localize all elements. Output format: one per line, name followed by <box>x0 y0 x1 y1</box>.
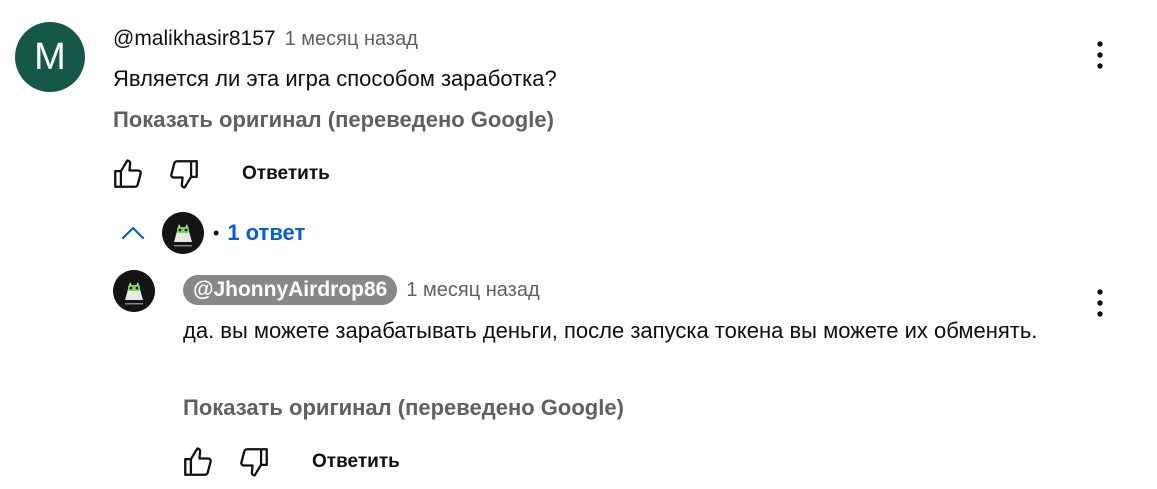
thumb-down-icon <box>167 157 201 191</box>
comment-menu-button[interactable] <box>1088 37 1112 77</box>
comment-header: @malikhasir8157 1 месяц назад <box>113 24 418 54</box>
reply-author-mini-avatar <box>162 212 204 254</box>
reply-dislike-button[interactable] <box>234 442 274 482</box>
thumb-down-icon <box>237 445 271 479</box>
thumb-up-icon <box>111 157 145 191</box>
comment-author-avatar[interactable]: M <box>15 22 85 92</box>
replies-toggle[interactable]: • 1 ответ <box>115 210 305 256</box>
reply-button[interactable]: Ответить <box>242 163 330 185</box>
comment-text: Является ли эта игра способом заработка? <box>113 66 557 91</box>
reply-author-chip[interactable]: @JhonnyAirdrop86 <box>183 275 398 305</box>
separator-dot: • <box>213 222 220 243</box>
reply-text: да. вы можете зарабатывать деньги, после… <box>183 318 1038 343</box>
more-vert-icon <box>1096 39 1104 76</box>
thumb-up-icon <box>181 445 215 479</box>
reply-action-bar: Ответить <box>178 442 400 482</box>
replies-count-label[interactable]: 1 ответ <box>227 220 305 246</box>
show-original-link[interactable]: Показать оригинал (переведено Google) <box>113 107 554 133</box>
chevron-up-icon <box>115 215 151 251</box>
comment-action-bar: Ответить <box>108 154 330 194</box>
comment-author-name[interactable]: @malikhasir8157 <box>113 27 276 51</box>
reply-reply-button[interactable]: Ответить <box>312 451 400 473</box>
avatar-letter: M <box>34 35 66 78</box>
dislike-button[interactable] <box>164 154 204 194</box>
comment-timestamp[interactable]: 1 месяц назад <box>285 28 418 51</box>
reply-timestamp[interactable]: 1 месяц назад <box>406 279 539 302</box>
more-vert-icon <box>1096 287 1104 324</box>
reply-author-avatar[interactable] <box>113 270 155 312</box>
reply-menu-button[interactable] <box>1088 285 1112 325</box>
like-button[interactable] <box>108 154 148 194</box>
reply-like-button[interactable] <box>178 442 218 482</box>
reply-show-original-link[interactable]: Показать оригинал (переведено Google) <box>183 395 624 421</box>
reply-header: @JhonnyAirdrop86 1 месяц назад <box>183 273 540 307</box>
